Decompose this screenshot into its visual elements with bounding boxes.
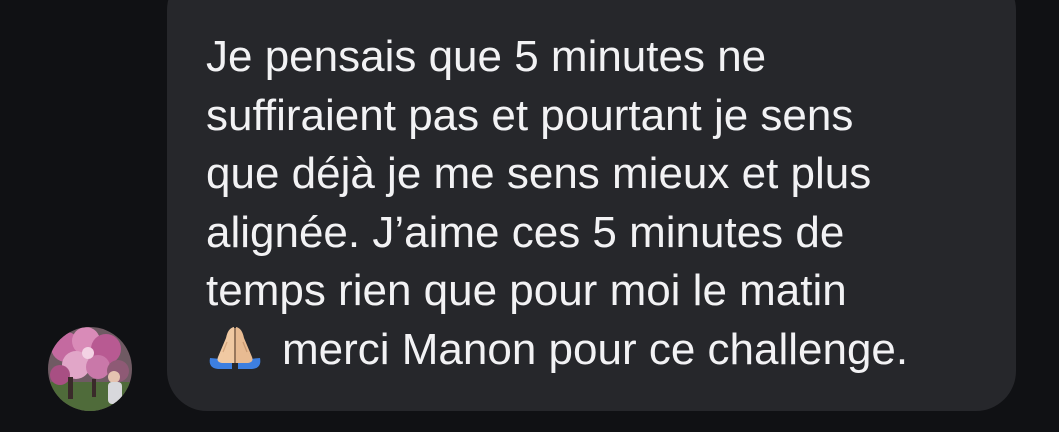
message-line: merci Manon pour ce challenge. xyxy=(282,324,909,374)
chat-screen: Je pensais que 5 minutes ne suffiraient … xyxy=(0,0,1059,432)
message-line: que déjà je me sens mieux et plus xyxy=(206,149,872,198)
folded-hands-icon xyxy=(206,324,264,370)
avatar-photo xyxy=(48,327,132,411)
message-line-last: merci Manon pour ce challenge. xyxy=(206,321,1006,380)
message-text: Je pensais que 5 minutes ne suffiraient … xyxy=(206,28,1006,379)
message-line: suffiraient pas et pourtant je sens xyxy=(206,90,854,140)
message-line: alignée. J’aime ces 5 minutes de xyxy=(206,207,845,257)
message-line: Je pensais que 5 minutes ne xyxy=(206,32,767,81)
avatar[interactable] xyxy=(48,327,132,411)
message-line: temps rien que pour moi le matin xyxy=(206,266,847,315)
